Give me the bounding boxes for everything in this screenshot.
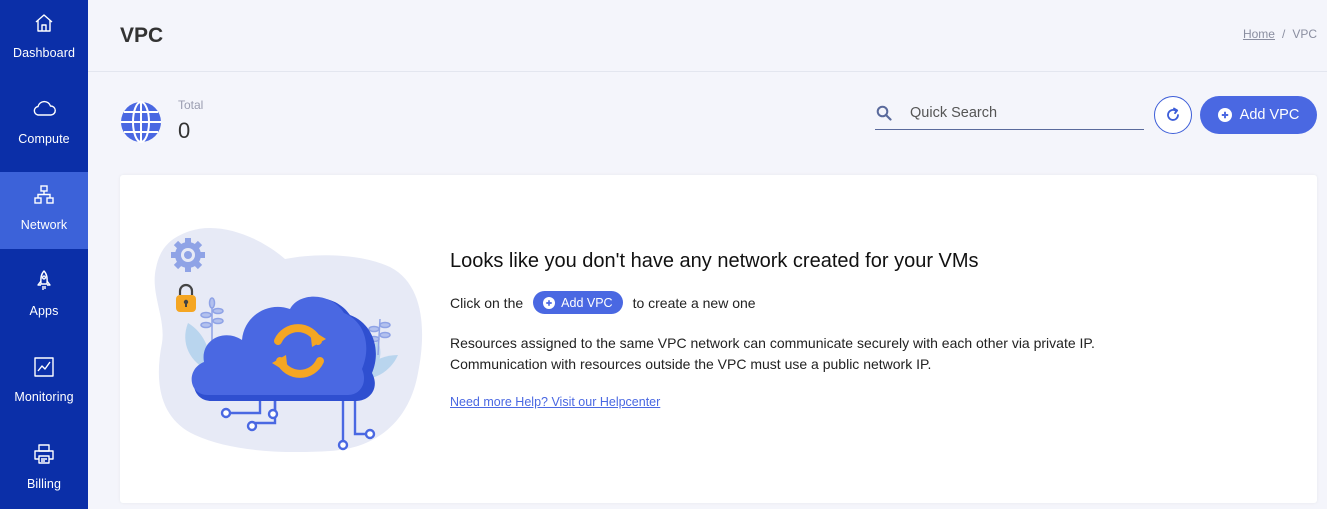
sidebar-item-label: Dashboard — [12, 46, 76, 60]
sidebar-item-monitoring[interactable]: Monitoring — [0, 344, 88, 421]
sidebar-item-label: Apps — [29, 304, 59, 318]
inline-add-vpc-label: Add VPC — [561, 295, 613, 310]
quick-search — [875, 97, 1144, 130]
home-icon — [31, 10, 57, 36]
sidebar-item-label: Compute — [18, 132, 70, 146]
inline-add-vpc-button[interactable]: Add VPC — [533, 291, 623, 314]
description-line: Communication with resources outside the… — [450, 356, 932, 372]
plus-circle-icon — [543, 296, 556, 309]
sidebar-item-billing[interactable]: Billing — [0, 431, 88, 508]
sidebar-item-compute[interactable]: Compute — [0, 86, 88, 163]
sidebar-item-label: Monitoring — [14, 390, 74, 404]
sidebar-item-network[interactable]: Network — [0, 172, 88, 249]
cloud-icon — [31, 96, 57, 122]
empty-state-cta: Click on the Add VPC to create a new one — [450, 291, 756, 314]
search-icon — [876, 105, 892, 121]
helpcenter-link[interactable]: Need more Help? Visit our Helpcenter — [450, 395, 660, 409]
cta-prefix: Click on the — [450, 294, 524, 311]
breadcrumb-current: VPC — [1292, 27, 1317, 41]
sidebar-item-label: Billing — [26, 477, 62, 491]
description-line: Resources assigned to the same VPC netwo… — [450, 335, 1095, 351]
add-vpc-label: Add VPC — [1239, 107, 1300, 123]
empty-state-headline: Looks like you don't have any network cr… — [450, 250, 979, 272]
chart-icon — [31, 354, 57, 380]
add-vpc-button[interactable]: Add VPC — [1200, 96, 1317, 134]
total-count: 0 — [178, 118, 191, 143]
breadcrumb: Home / VPC — [1243, 27, 1317, 41]
refresh-icon — [1167, 107, 1179, 121]
page-title: VPC — [120, 24, 164, 47]
rocket-icon — [31, 268, 57, 294]
sidebar-item-apps[interactable]: Apps — [0, 258, 88, 335]
cta-suffix: to create a new one — [632, 294, 756, 311]
breadcrumb-separator: / — [1281, 27, 1286, 41]
empty-state-card: Looks like you don't have any network cr… — [120, 175, 1317, 503]
network-icon — [31, 182, 57, 208]
printer-icon — [31, 441, 57, 467]
search-input[interactable] — [910, 105, 1130, 121]
page-header: VPC Home / VPC — [88, 0, 1327, 72]
breadcrumb-home-link[interactable]: Home — [1243, 27, 1275, 41]
refresh-button[interactable] — [1154, 96, 1192, 134]
sidebar: Dashboard Compute Network Apps Monitorin… — [0, 0, 88, 509]
sidebar-item-dashboard[interactable]: Dashboard — [0, 0, 88, 77]
globe-icon — [120, 101, 162, 143]
sidebar-item-label: Network — [20, 218, 68, 232]
empty-state-description: Resources assigned to the same VPC netwo… — [450, 333, 1095, 375]
total-label: Total — [178, 98, 204, 112]
cloud-network-illustration — [154, 227, 423, 453]
plus-circle-icon — [1217, 108, 1232, 122]
